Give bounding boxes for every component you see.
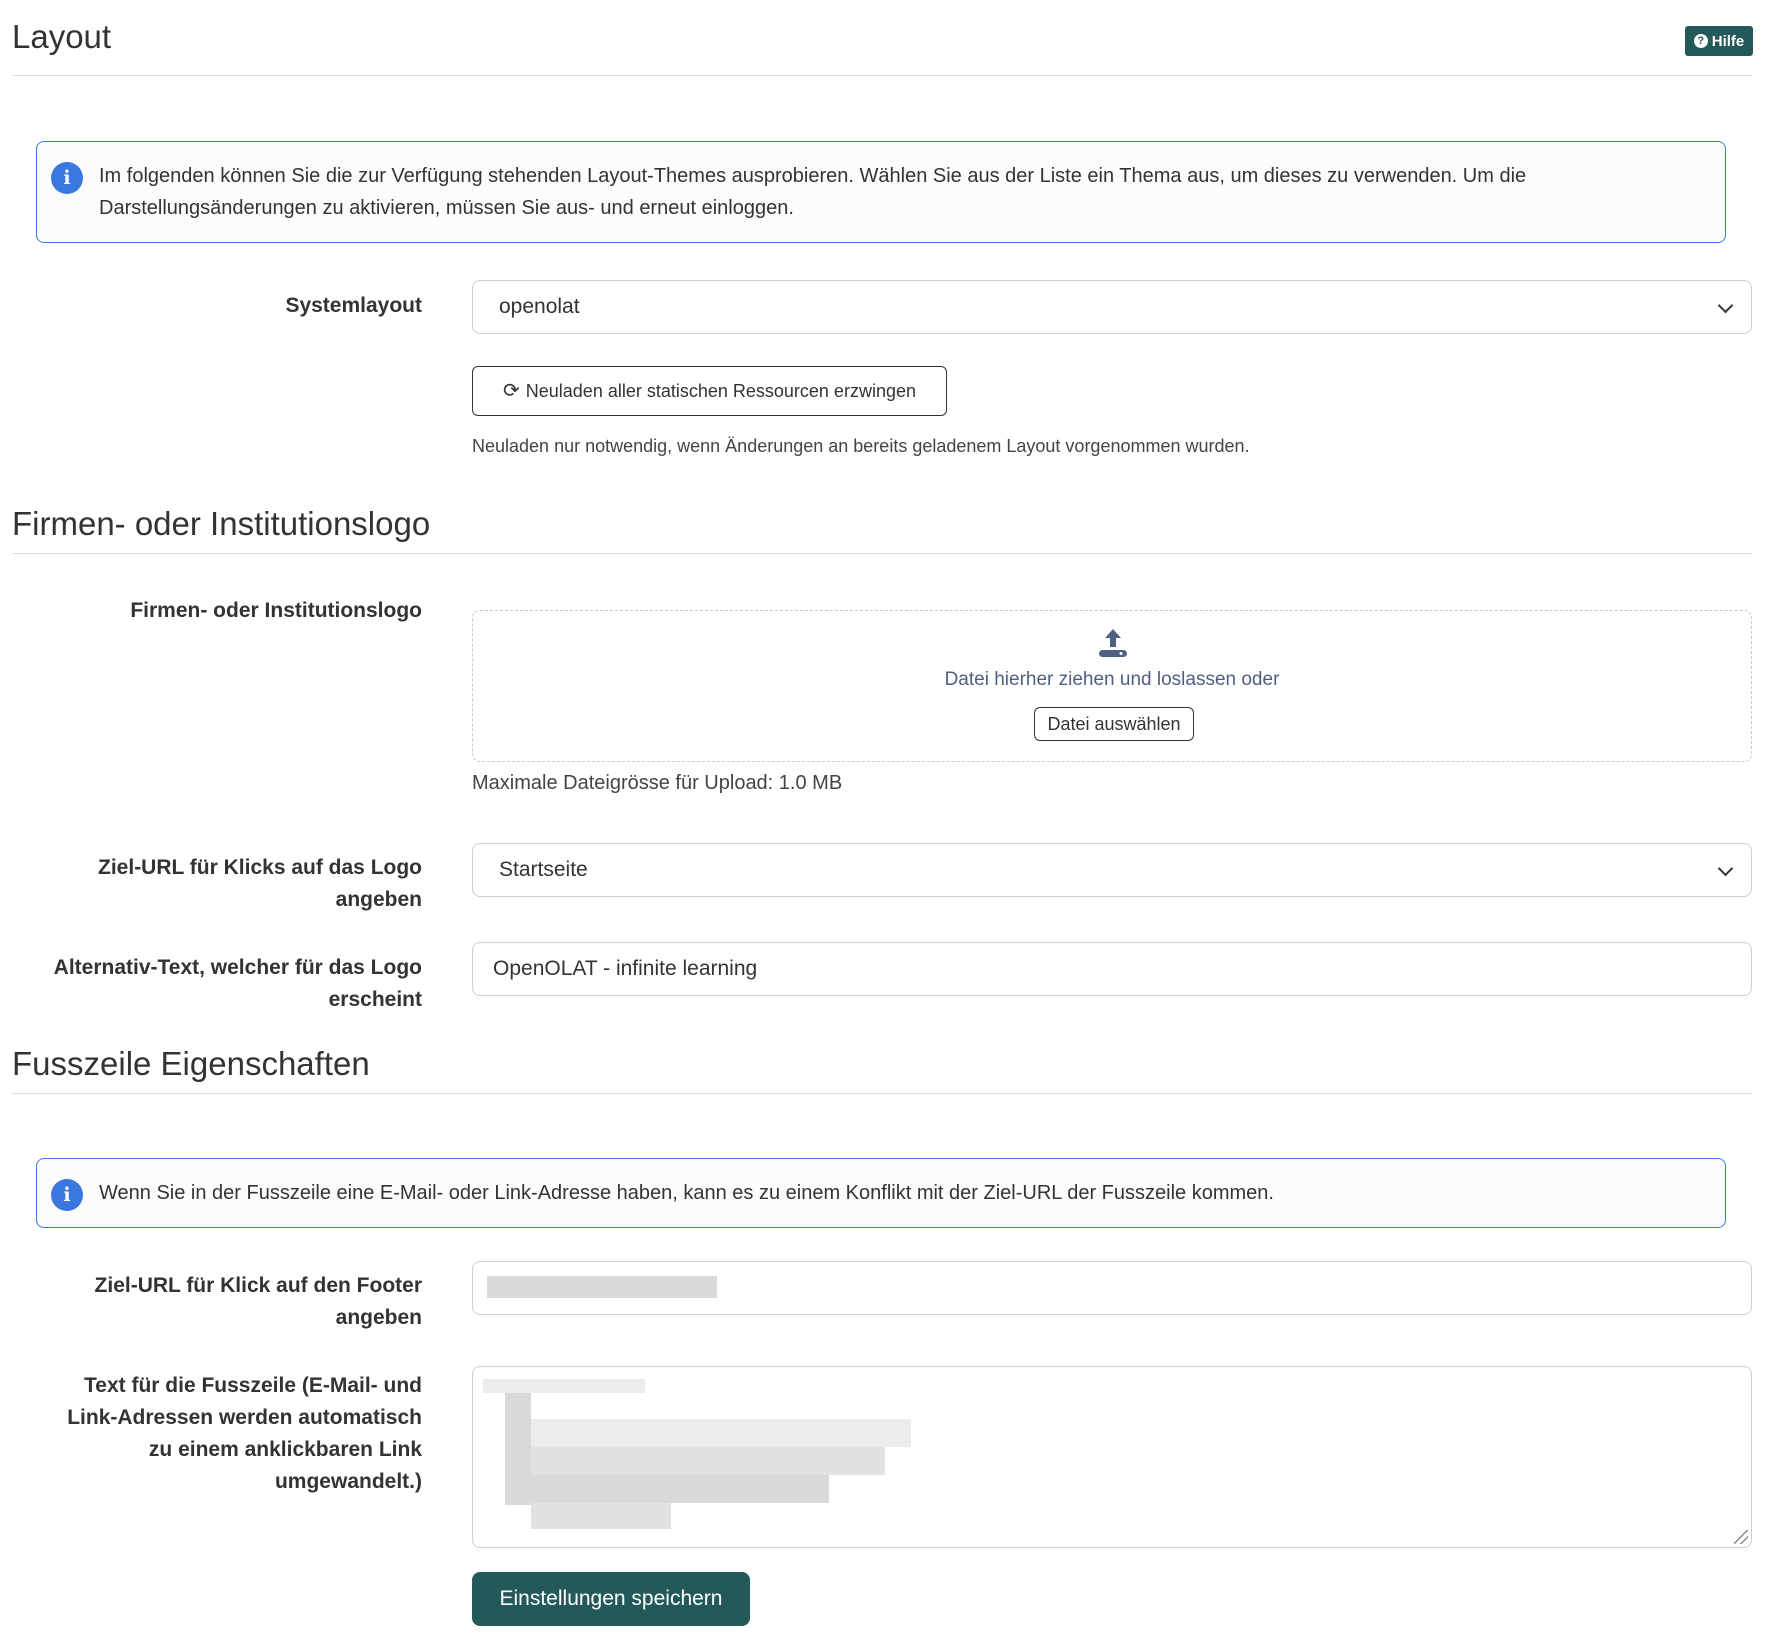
divider — [12, 1093, 1752, 1094]
choose-file-button[interactable]: Datei auswählen — [1034, 707, 1194, 741]
label-line: Ziel-URL für Klick auf den Footer — [94, 1274, 422, 1297]
redacted-text — [531, 1475, 829, 1503]
chevron-down-icon — [1717, 297, 1734, 314]
layout-settings-page: Layout ? Hilfe i Im folgenden können Sie… — [0, 0, 1770, 1646]
info-icon: i — [51, 1179, 83, 1211]
help-button-label: Hilfe — [1711, 32, 1745, 50]
resize-handle-icon[interactable] — [1734, 1530, 1748, 1544]
label-line: zu einem anklickbaren Link — [148, 1438, 422, 1461]
upload-icon — [1099, 629, 1127, 657]
logo-target-url-label: Ziel-URL für Klicks auf das Logo angeben — [20, 852, 422, 916]
redacted-text — [483, 1379, 645, 1393]
label-line: Text für die Fusszeile (E-Mail- und — [84, 1374, 422, 1397]
label-line: Link-Adressen werden automatisch — [67, 1406, 422, 1429]
reload-hint: Neuladen nur notwendig, wenn Änderungen … — [472, 436, 1250, 456]
system-layout-select[interactable]: openolat — [472, 280, 1752, 334]
layout-info-text: Im folgenden können Sie die zur Verfügun… — [99, 165, 1527, 219]
footer-section-title: Fusszeile Eigenschaften — [12, 1045, 370, 1082]
divider — [12, 75, 1752, 76]
system-layout-value: openolat — [499, 295, 580, 318]
redacted-text — [505, 1393, 531, 1505]
logo-alt-text-input[interactable]: OpenOLAT - infinite learning — [472, 942, 1752, 996]
max-file-size-text: Maximale Dateigrösse für Upload: 1.0 MB — [472, 772, 843, 794]
layout-info-box: i Im folgenden können Sie die zur Verfüg… — [36, 141, 1726, 243]
redacted-text — [531, 1447, 885, 1475]
system-layout-label: Systemlayout — [285, 294, 422, 317]
dropzone-text: Datei hierher ziehen und loslassen oder — [944, 669, 1280, 690]
logo-target-url-value: Startseite — [499, 858, 588, 881]
info-icon: i — [51, 162, 83, 194]
label-line: Ziel-URL für Klicks auf das Logo — [98, 856, 422, 879]
save-settings-button[interactable]: Einstellungen speichern — [472, 1572, 750, 1626]
help-icon: ? — [1693, 34, 1708, 48]
redacted-text — [487, 1276, 717, 1298]
logo-alt-text-value: OpenOLAT - infinite learning — [493, 957, 758, 980]
label-line: erscheint — [328, 988, 422, 1011]
page-title: Layout — [12, 18, 112, 55]
redacted-text — [531, 1419, 911, 1447]
footer-info-box: i Wenn Sie in der Fusszeile eine E-Mail-… — [36, 1158, 1726, 1228]
logo-target-url-select[interactable]: Startseite — [472, 843, 1752, 897]
label-line: angeben — [335, 1306, 422, 1329]
reload-button-label: Neuladen aller statischen Ressourcen erz… — [525, 380, 916, 401]
help-button[interactable]: ? Hilfe — [1685, 26, 1753, 56]
logo-label: Firmen- oder Institutionslogo — [130, 599, 422, 622]
divider — [12, 553, 1752, 554]
label-line: umgewandelt.) — [274, 1470, 422, 1493]
logo-section-title: Firmen- oder Institutionslogo — [12, 505, 431, 542]
footer-text-area[interactable] — [472, 1366, 1752, 1548]
footer-url-label: Ziel-URL für Klick auf den Footer angebe… — [20, 1270, 422, 1334]
footer-text-label: Text für die Fusszeile (E-Mail- und Link… — [20, 1370, 422, 1498]
chevron-down-icon — [1717, 860, 1734, 877]
footer-url-input[interactable] — [472, 1261, 1752, 1315]
label-line: Alternativ-Text, welcher für das Logo — [53, 956, 422, 979]
reload-icon: ⟳ — [503, 380, 520, 402]
footer-info-text: Wenn Sie in der Fusszeile eine E-Mail- o… — [99, 1182, 1274, 1204]
redacted-text — [531, 1503, 671, 1529]
label-line: angeben — [335, 888, 422, 911]
reload-resources-button[interactable]: ⟳ Neuladen aller statischen Ressourcen e… — [472, 366, 947, 416]
logo-alt-text-label: Alternativ-Text, welcher für das Logo er… — [20, 952, 422, 1016]
logo-dropzone[interactable]: Datei hierher ziehen und loslassen oder … — [472, 610, 1752, 762]
